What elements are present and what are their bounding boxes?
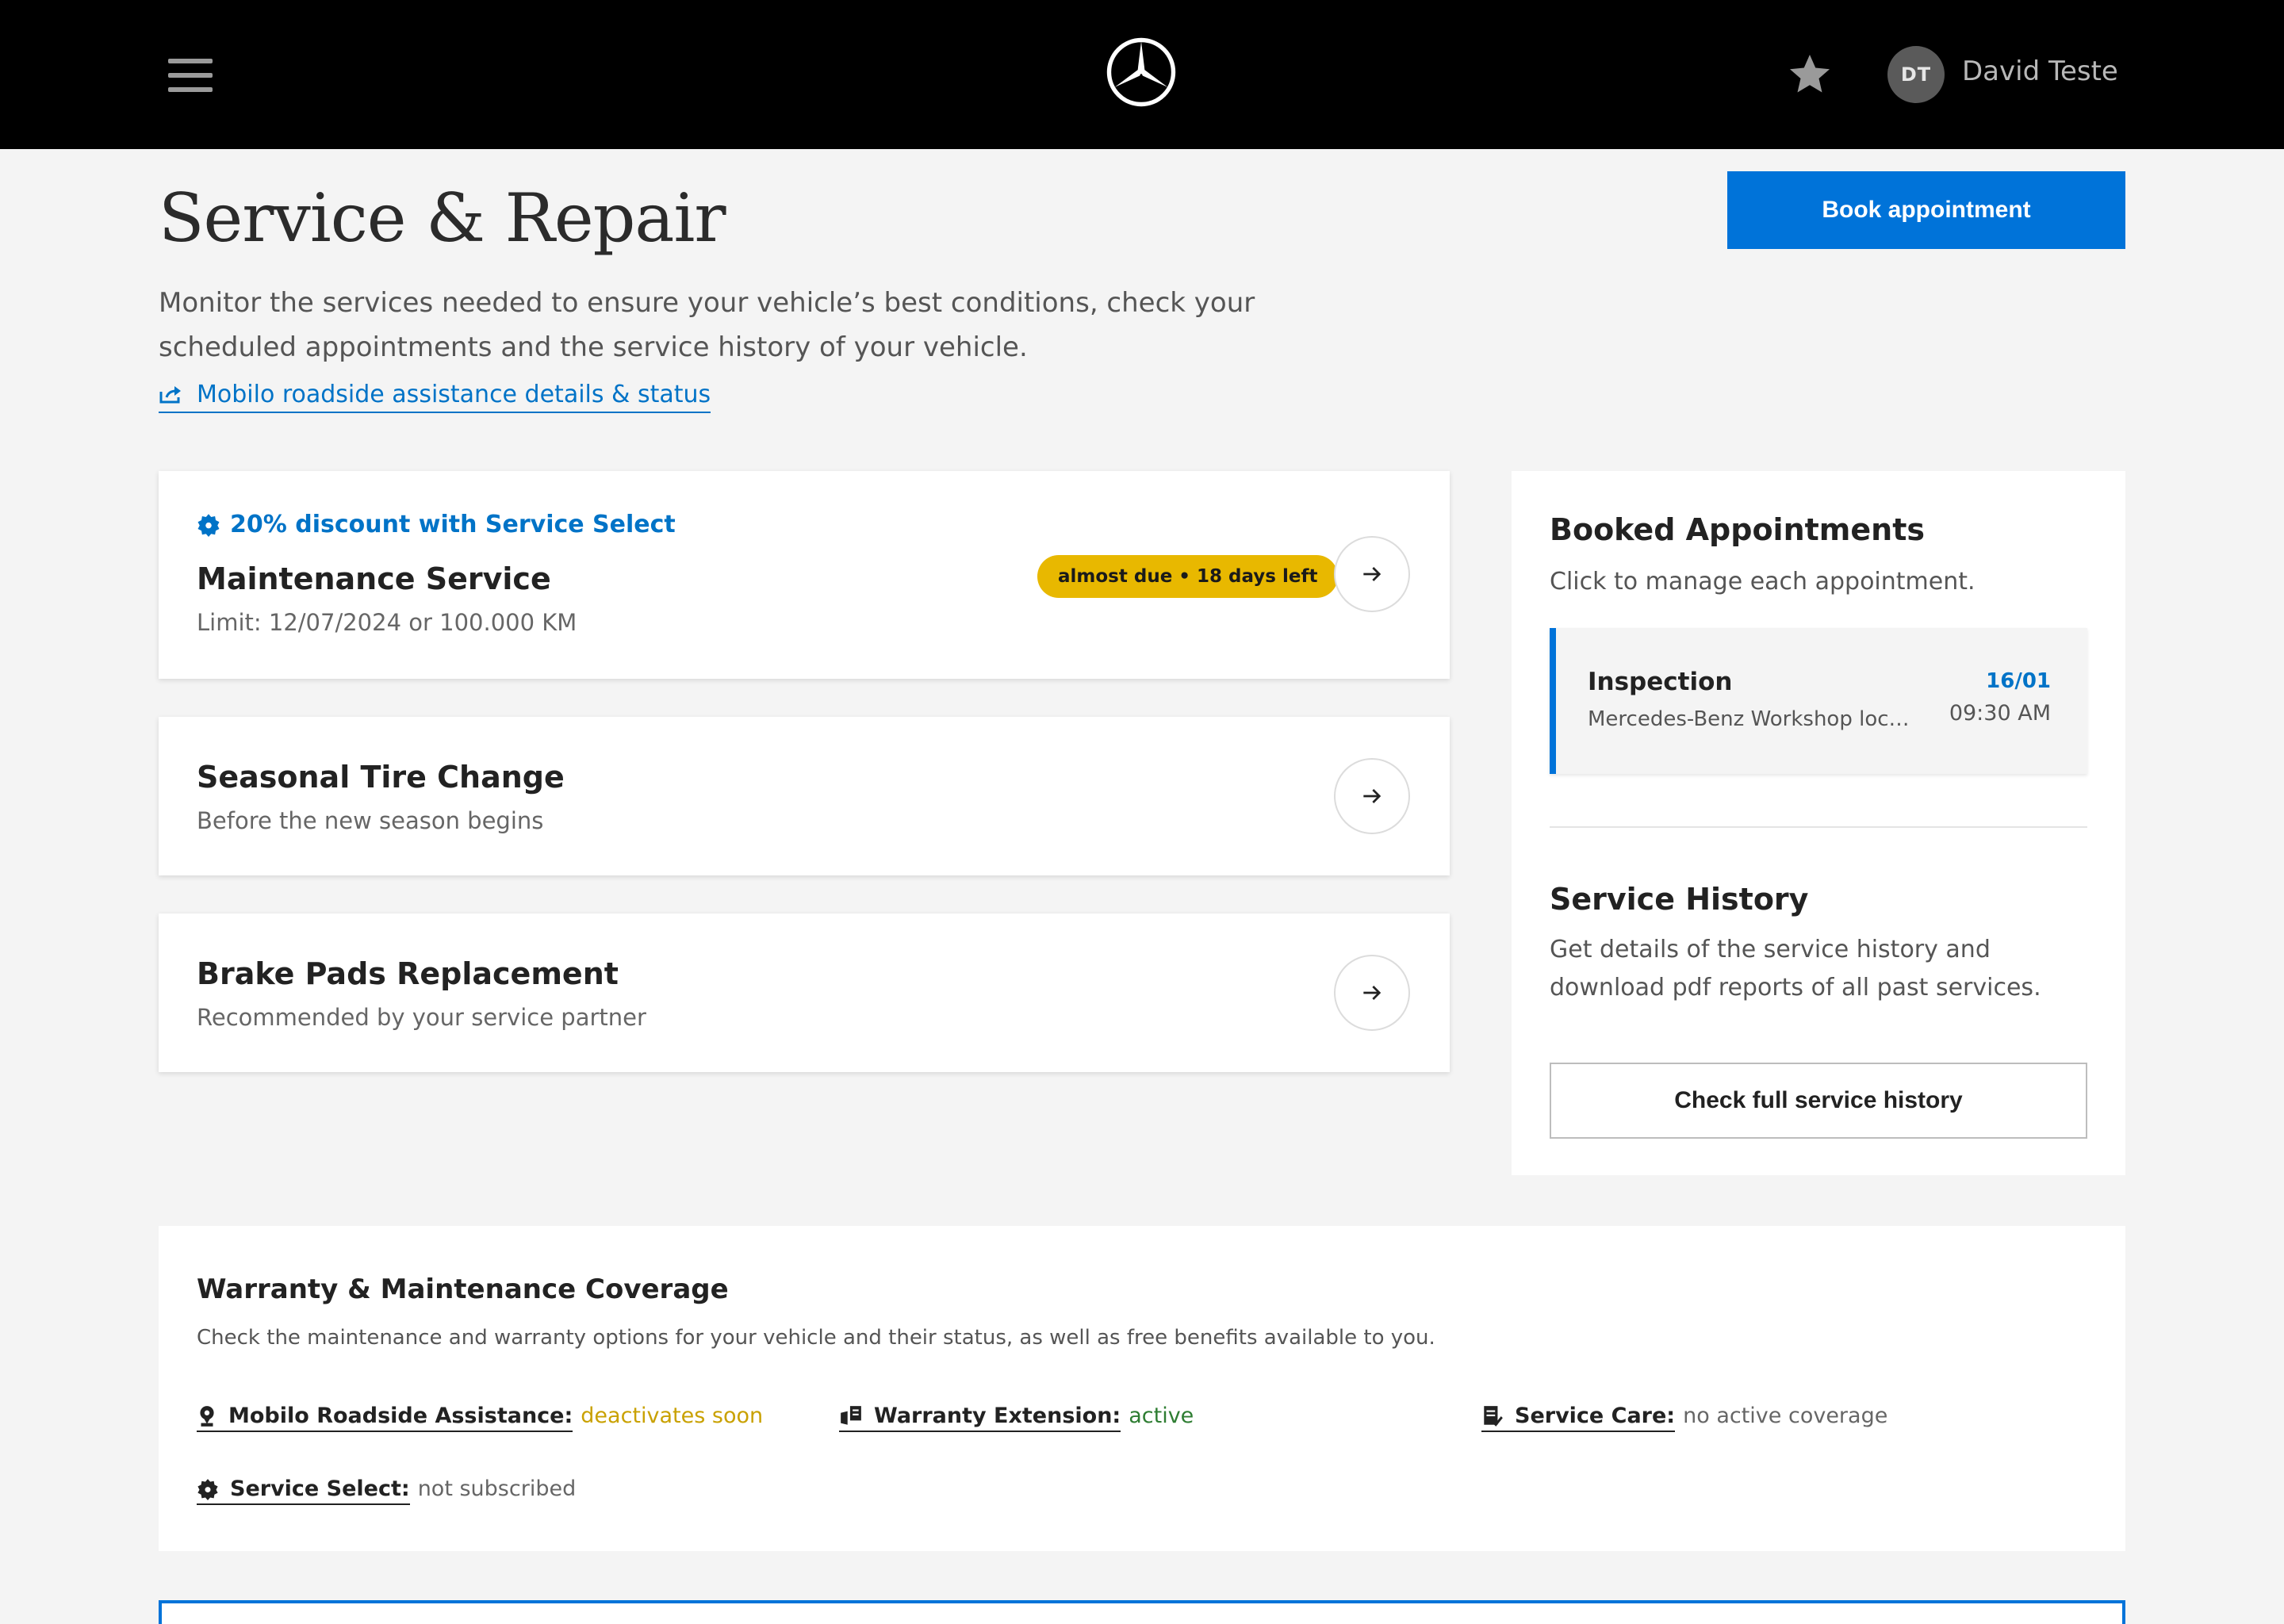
arrow-right-icon bbox=[1363, 567, 1382, 581]
coverage-status: active bbox=[1129, 1404, 1194, 1428]
mobilo-assistance-link[interactable]: Mobilo roadside assistance details & sta… bbox=[159, 381, 711, 413]
user-avatar[interactable]: DT bbox=[1887, 46, 1945, 103]
three-pointed-star-logo[interactable] bbox=[1106, 36, 1177, 108]
page-description: Monitor the services needed to ensure yo… bbox=[159, 287, 1255, 363]
appointment-location: Mercedes-Benz Workshop location bbox=[1588, 707, 1921, 731]
warranty-shield-icon bbox=[841, 1405, 861, 1425]
arrow-right-icon bbox=[1363, 986, 1382, 1000]
mobilo-link-label: Mobilo roadside assistance details & sta… bbox=[197, 381, 711, 408]
roadside-pin-icon bbox=[200, 1405, 214, 1427]
service-subtitle: Limit: 12/07/2024 or 100.000 KM bbox=[197, 609, 577, 636]
service-card-maintenance[interactable]: 20% discount with Service Select Mainten… bbox=[159, 471, 1450, 679]
top-navigation-bar: DT David Teste bbox=[0, 0, 2284, 149]
service-title: Brake Pads Replacement bbox=[197, 956, 619, 991]
coverage-description: Check the maintenance and warranty optio… bbox=[197, 1326, 1435, 1350]
discount-banner: 20% discount with Service Select bbox=[197, 511, 676, 538]
coverage-status: deactivates soon bbox=[581, 1404, 764, 1428]
coverage-label[interactable]: Mobilo Roadside Assistance: bbox=[197, 1404, 573, 1432]
appointment-title: Inspection bbox=[1588, 668, 1733, 696]
check-service-history-button[interactable]: Check full service history bbox=[1550, 1063, 2087, 1139]
service-history-title: Service History bbox=[1550, 882, 1809, 917]
service-subtitle: Recommended by your service partner bbox=[197, 1004, 646, 1031]
hamburger-menu-icon[interactable] bbox=[168, 59, 213, 92]
coverage-label[interactable]: Warranty Extension: bbox=[839, 1404, 1121, 1432]
booked-appointments-title: Booked Appointments bbox=[1550, 512, 1925, 547]
service-title: Maintenance Service bbox=[197, 561, 551, 596]
service-details-button[interactable] bbox=[1334, 955, 1410, 1031]
coverage-label[interactable]: Service Care: bbox=[1481, 1404, 1676, 1432]
coverage-item-service-care[interactable]: Service Care: no active coverage bbox=[1481, 1404, 1887, 1432]
service-document-icon bbox=[1484, 1405, 1503, 1427]
appointments-history-panel: Booked Appointments Click to manage each… bbox=[1512, 471, 2125, 1175]
service-badge-icon bbox=[197, 1478, 218, 1500]
service-title: Seasonal Tire Change bbox=[197, 760, 565, 795]
warranty-coverage-section: Warranty & Maintenance Coverage Check th… bbox=[159, 1226, 2125, 1551]
next-section-card bbox=[159, 1600, 2125, 1624]
page-title: Service & Repair bbox=[159, 179, 726, 257]
discount-label: 20% discount with Service Select bbox=[230, 511, 676, 538]
appointment-time: 09:30 AM bbox=[1949, 701, 2051, 726]
coverage-label[interactable]: Service Select: bbox=[197, 1477, 410, 1505]
coverage-title: Warranty & Maintenance Coverage bbox=[197, 1274, 729, 1305]
service-subtitle: Before the new season begins bbox=[197, 807, 544, 834]
user-name[interactable]: David Teste bbox=[1962, 56, 2118, 87]
coverage-item-mobilo[interactable]: Mobilo Roadside Assistance: deactivates … bbox=[197, 1404, 763, 1432]
service-card-brake-pads[interactable]: Brake Pads Replacement Recommended by yo… bbox=[159, 914, 1450, 1072]
booked-appointments-description: Click to manage each appointment. bbox=[1550, 568, 1976, 596]
external-link-icon bbox=[159, 385, 181, 403]
panel-divider bbox=[1550, 826, 2087, 828]
coverage-status: no active coverage bbox=[1683, 1404, 1888, 1428]
book-appointment-button[interactable]: Book appointment bbox=[1727, 171, 2125, 249]
discount-badge-icon bbox=[197, 513, 220, 537]
service-details-button[interactable] bbox=[1334, 758, 1410, 834]
service-history-description: Get details of the service history and d… bbox=[1550, 936, 2041, 1002]
star-icon[interactable] bbox=[1786, 51, 1834, 98]
service-details-button[interactable] bbox=[1334, 536, 1410, 612]
due-status-badge: almost due • 18 days left bbox=[1037, 555, 1339, 598]
appointment-date: 16/01 bbox=[1986, 669, 2051, 693]
coverage-item-warranty[interactable]: Warranty Extension: active bbox=[839, 1404, 1194, 1432]
appointment-card[interactable]: Inspection Mercedes-Benz Workshop locati… bbox=[1550, 628, 2087, 774]
service-card-tire-change[interactable]: Seasonal Tire Change Before the new seas… bbox=[159, 717, 1450, 875]
coverage-status: not subscribed bbox=[417, 1477, 577, 1501]
coverage-item-service-select[interactable]: Service Select: not subscribed bbox=[197, 1477, 576, 1505]
arrow-right-icon bbox=[1363, 789, 1382, 803]
